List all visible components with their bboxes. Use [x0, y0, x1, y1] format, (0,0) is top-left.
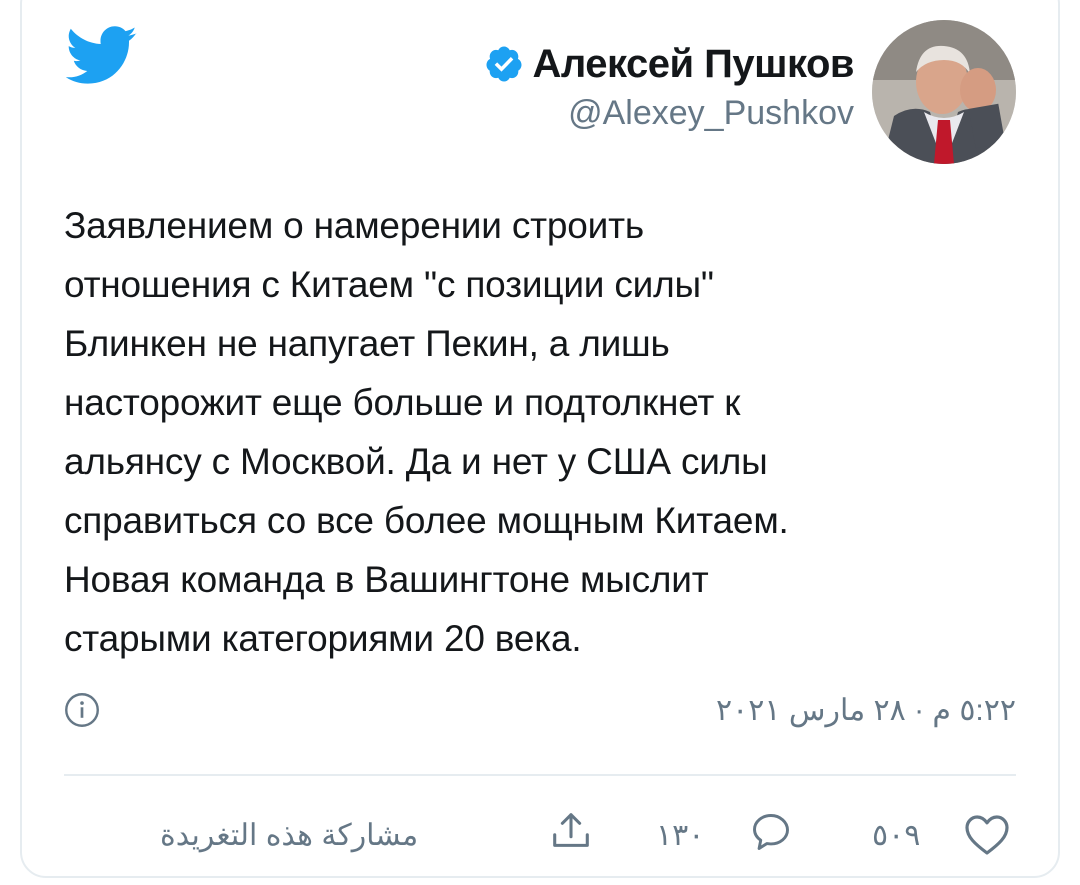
- tweet-line: Заявлением о намерении строить: [64, 205, 644, 246]
- tweet-line: Новая команда в Вашингтоне мыслит: [64, 559, 709, 600]
- tweet-line: старыми категориями 20 века.: [64, 618, 582, 659]
- tweet-line: насторожит еще больше и подтолкнет к: [64, 382, 741, 423]
- name-row[interactable]: Алексей Пушков: [484, 40, 854, 88]
- reply-count: ١٣٠: [656, 819, 705, 852]
- tweet-timestamp[interactable]: ٥:٢٢ م · ٢٨ مارس ٢٠٢١: [716, 693, 1016, 728]
- like-count: ٥٠٩: [872, 819, 921, 852]
- verified-badge-icon: [486, 46, 522, 82]
- share-label: مشاركة هذه التغريدة: [160, 819, 419, 852]
- info-icon[interactable]: [64, 692, 100, 728]
- avatar-photo: [872, 20, 1016, 164]
- user-handle[interactable]: @Alexey_Pushkov: [484, 94, 854, 133]
- display-name: Алексей Пушков: [532, 41, 854, 86]
- tweet-line: Блинкен не напугает Пекин, а лишь: [64, 323, 670, 364]
- tweet-line: отношения с Китаем "с позиции силы": [64, 264, 714, 305]
- avatar[interactable]: [872, 20, 1016, 164]
- divider: [64, 774, 1016, 776]
- share-icon[interactable]: [548, 808, 594, 854]
- tweet-line: альянсу с Москвой. Да и нет у США силы: [64, 441, 768, 482]
- tweet-text: Заявлением о намерении строить отношения…: [64, 196, 964, 668]
- heart-icon[interactable]: [962, 812, 1012, 856]
- tweet-line: справиться со все более мощным Китаем.: [64, 500, 789, 541]
- tweet-header: Алексей Пушков @Alexey_Pushkov: [484, 40, 854, 133]
- speech-bubble-icon[interactable]: [748, 810, 794, 854]
- twitter-bird-icon[interactable]: [66, 26, 138, 86]
